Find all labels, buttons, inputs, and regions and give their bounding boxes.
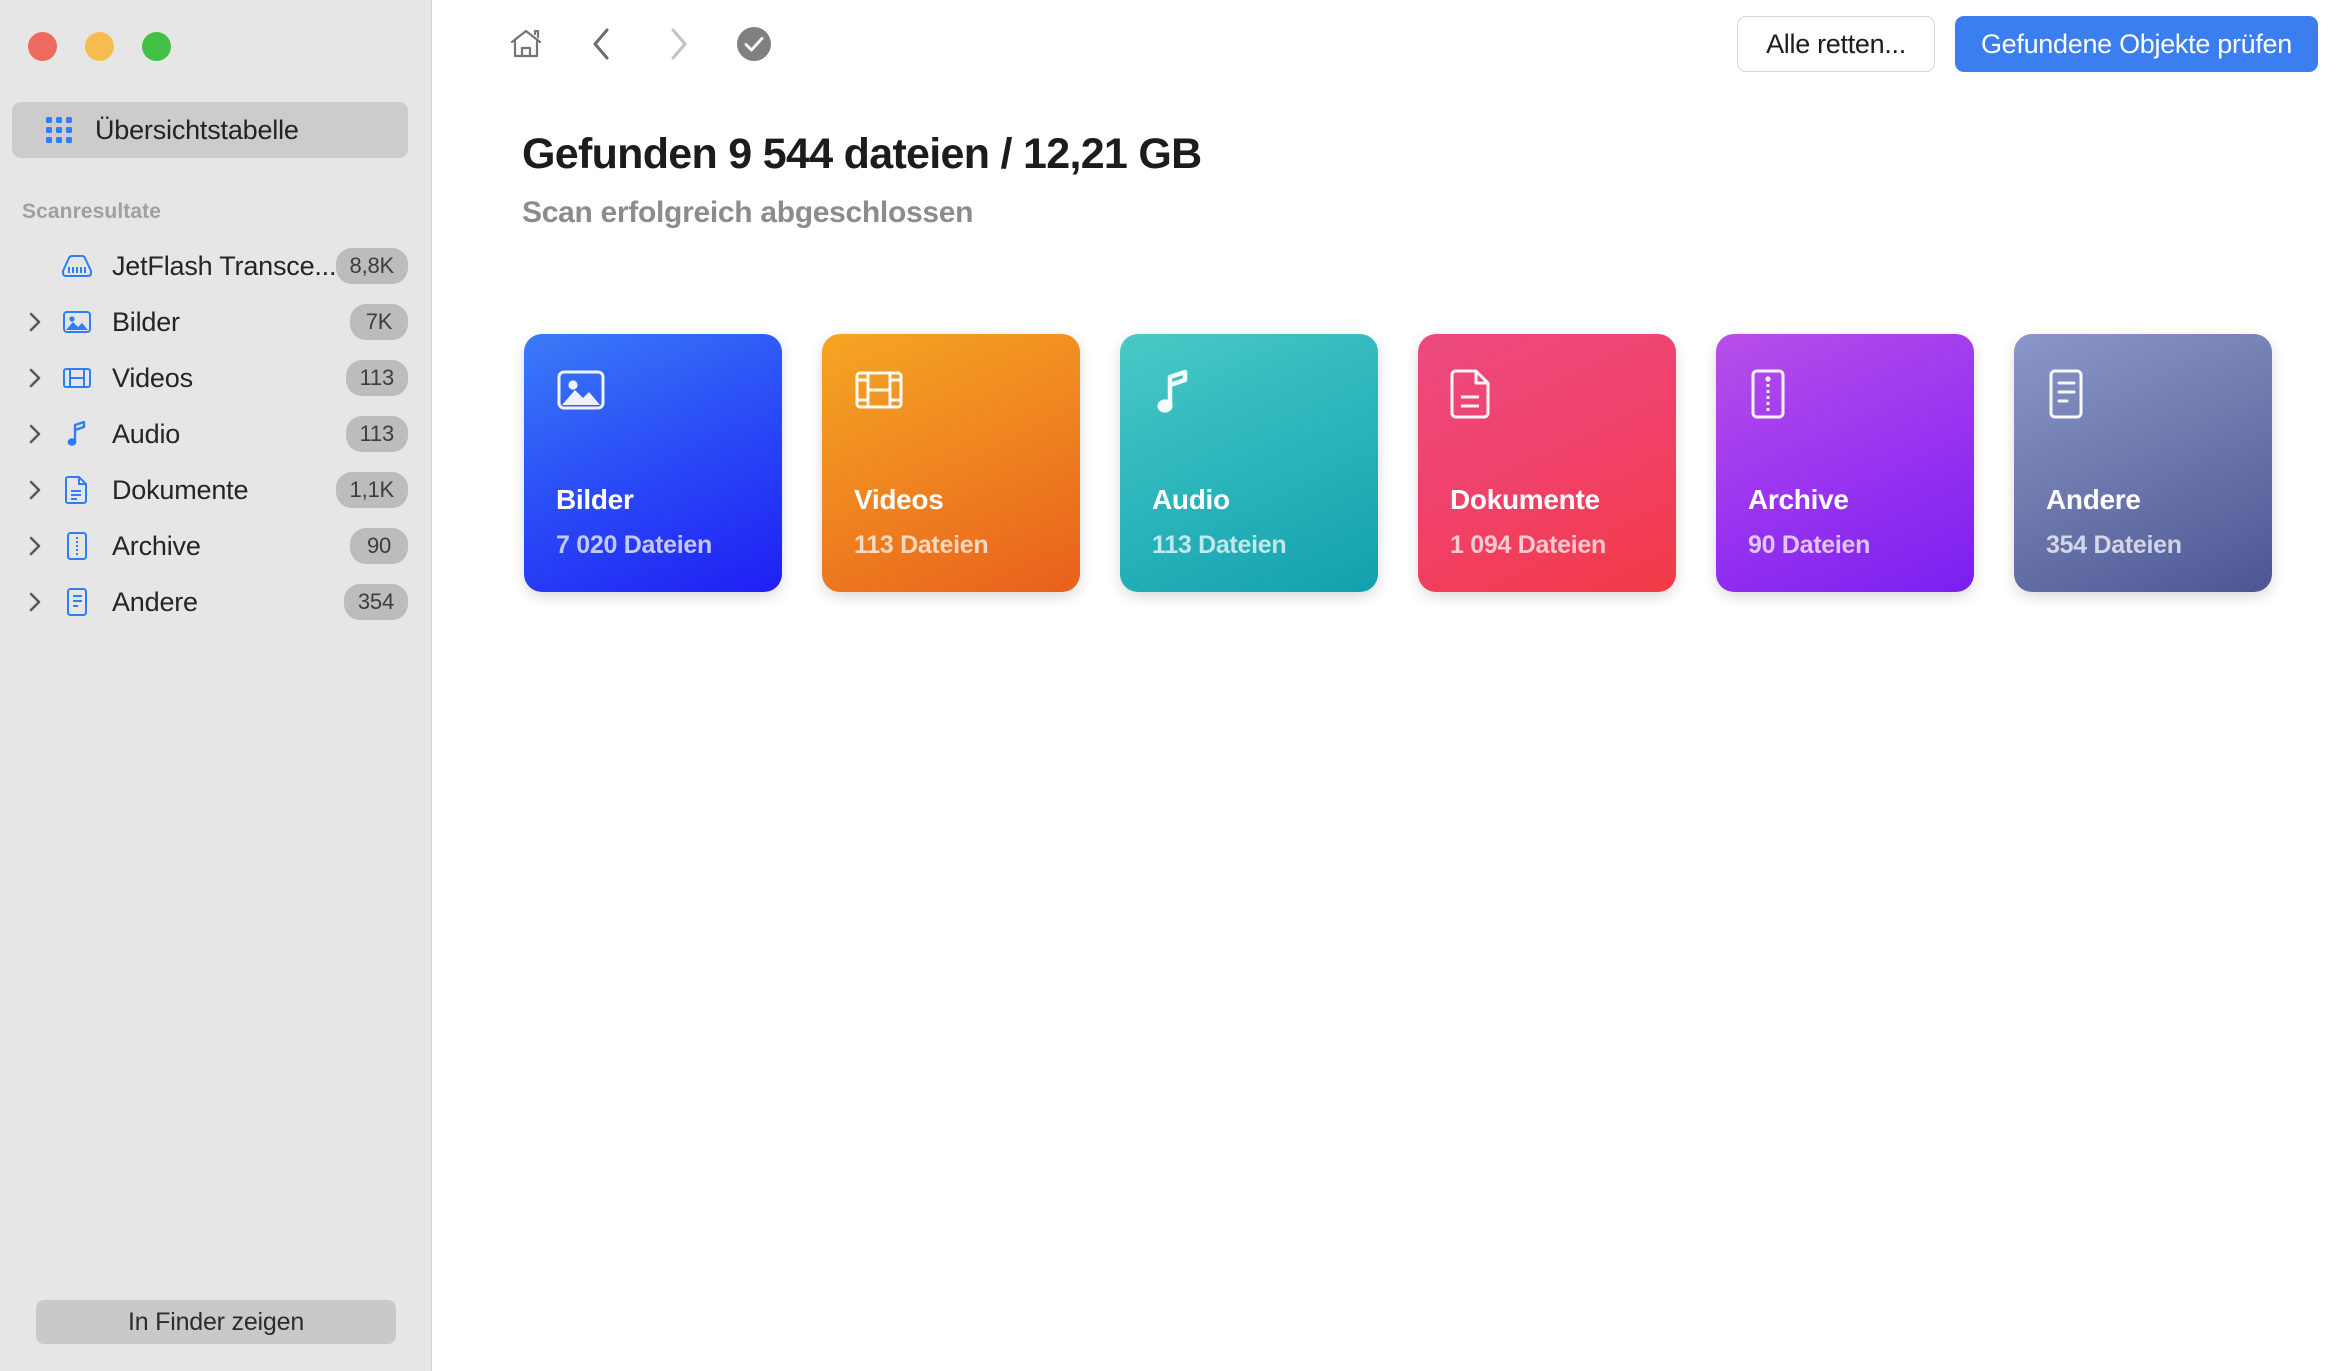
film-icon [854, 368, 904, 412]
sidebar-item-label: JetFlash Transce... [112, 250, 337, 281]
sidebar-item-dokumente[interactable]: Dokumente 1,1K [0, 462, 432, 518]
sidebar-item-label: Audio [112, 418, 181, 449]
toolbar: Alle retten... Gefundene Objekte prüfen [432, 0, 2346, 88]
chevron-right-icon [667, 27, 689, 61]
category-card-dokumente[interactable]: Dokumente 1 094 Dateien [1418, 334, 1676, 592]
close-button[interactable] [28, 32, 57, 61]
scan-results-tree: JetFlash Transce... 8,8K Bilder 7K Video… [0, 238, 432, 630]
archive-icon [58, 530, 96, 562]
sidebar-item-label: Videos [112, 362, 193, 393]
sidebar-item-jetflash[interactable]: JetFlash Transce... 8,8K [0, 238, 432, 294]
page-subtitle: Scan erfolgreich abgeschlossen [522, 196, 974, 229]
sidebar-item-archive[interactable]: Archive 90 [0, 518, 432, 574]
card-count: 113 Dateien [854, 531, 989, 559]
chevron-right-icon[interactable] [22, 309, 48, 335]
sidebar-item-badge: 113 [345, 360, 408, 396]
card-title: Archive [1748, 484, 1849, 515]
zoom-button[interactable] [142, 32, 171, 61]
card-count: 90 Dateien [1748, 531, 1871, 559]
sidebar-item-audio[interactable]: Audio 113 [0, 406, 432, 462]
chevron-right-icon[interactable] [22, 477, 48, 503]
music-icon [58, 418, 96, 450]
scan-complete-button[interactable] [716, 14, 792, 74]
toolbar-actions: Alle retten... Gefundene Objekte prüfen [1737, 16, 2318, 72]
sidebar-item-badge: 113 [345, 416, 408, 452]
toolbar-nav-group [488, 14, 792, 74]
category-card-archive[interactable]: Archive 90 Dateien [1716, 334, 1974, 592]
sidebar-item-overview[interactable]: Übersichtstabelle [12, 102, 408, 158]
other-icon [58, 586, 96, 618]
document-icon [1450, 368, 1494, 420]
film-icon [58, 362, 96, 394]
drive-icon [58, 250, 96, 282]
category-card-audio[interactable]: Audio 113 Dateien [1120, 334, 1378, 592]
chevron-right-icon[interactable] [22, 589, 48, 615]
other-icon [2046, 368, 2086, 420]
music-icon [1152, 368, 1196, 418]
category-card-videos[interactable]: Videos 113 Dateien [822, 334, 1080, 592]
chevron-left-icon [591, 27, 613, 61]
card-title: Bilder [556, 484, 634, 515]
sidebar-item-badge: 1,1K [335, 472, 408, 508]
sidebar-item-label: Andere [112, 586, 198, 617]
forward-button[interactable] [640, 14, 716, 74]
image-icon [556, 368, 606, 412]
chevron-right-icon[interactable] [22, 533, 48, 559]
save-all-button[interactable]: Alle retten... [1737, 16, 1935, 72]
traffic-lights [28, 32, 171, 61]
sidebar-section-title: Scanresultate [22, 200, 162, 223]
sidebar: Übersichtstabelle Scanresultate JetFlash… [0, 0, 432, 1371]
category-cards: Bilder 7 020 Dateien Videos 113 Dateien … [524, 334, 2272, 592]
minimize-button[interactable] [85, 32, 114, 61]
sidebar-item-label: Dokumente [112, 474, 249, 505]
card-title: Andere [2046, 484, 2141, 515]
sidebar-item-badge: 8,8K [335, 248, 408, 284]
show-in-finder-button[interactable]: In Finder zeigen [36, 1300, 396, 1344]
card-count: 1 094 Dateien [1450, 531, 1606, 559]
review-found-items-button[interactable]: Gefundene Objekte prüfen [1954, 16, 2318, 72]
card-count: 354 Dateien [2046, 531, 2182, 559]
card-count: 7 020 Dateien [556, 531, 712, 559]
home-button[interactable] [488, 14, 564, 74]
app-window: Übersichtstabelle Scanresultate JetFlash… [0, 0, 2346, 1371]
sidebar-item-videos[interactable]: Videos 113 [0, 350, 432, 406]
twisty-placeholder [22, 253, 48, 279]
document-icon [58, 474, 96, 506]
main-content: Alle retten... Gefundene Objekte prüfen … [432, 0, 2346, 1371]
page-title: Gefunden 9 544 dateien / 12,21 GB [522, 130, 1202, 178]
chevron-right-icon[interactable] [22, 421, 48, 447]
card-count: 113 Dateien [1152, 531, 1287, 559]
sidebar-item-badge: 7K [350, 304, 408, 340]
sidebar-item-andere[interactable]: Andere 354 [0, 574, 432, 630]
sidebar-item-bilder[interactable]: Bilder 7K [0, 294, 432, 350]
category-card-bilder[interactable]: Bilder 7 020 Dateien [524, 334, 782, 592]
grid-icon [46, 117, 72, 143]
card-title: Audio [1152, 484, 1230, 515]
sidebar-item-overview-label: Übersichtstabelle [95, 114, 299, 145]
image-icon [58, 306, 96, 338]
sidebar-item-label: Bilder [112, 306, 180, 337]
chevron-right-icon[interactable] [22, 365, 48, 391]
card-title: Videos [854, 484, 944, 515]
home-icon [509, 28, 543, 60]
sidebar-item-badge: 90 [350, 528, 408, 564]
card-title: Dokumente [1450, 484, 1600, 515]
sidebar-item-label: Archive [112, 530, 201, 561]
back-button[interactable] [564, 14, 640, 74]
category-card-andere[interactable]: Andere 354 Dateien [2014, 334, 2272, 592]
check-circle-icon [736, 26, 772, 62]
archive-icon [1748, 368, 1788, 420]
sidebar-item-badge: 354 [343, 584, 408, 620]
